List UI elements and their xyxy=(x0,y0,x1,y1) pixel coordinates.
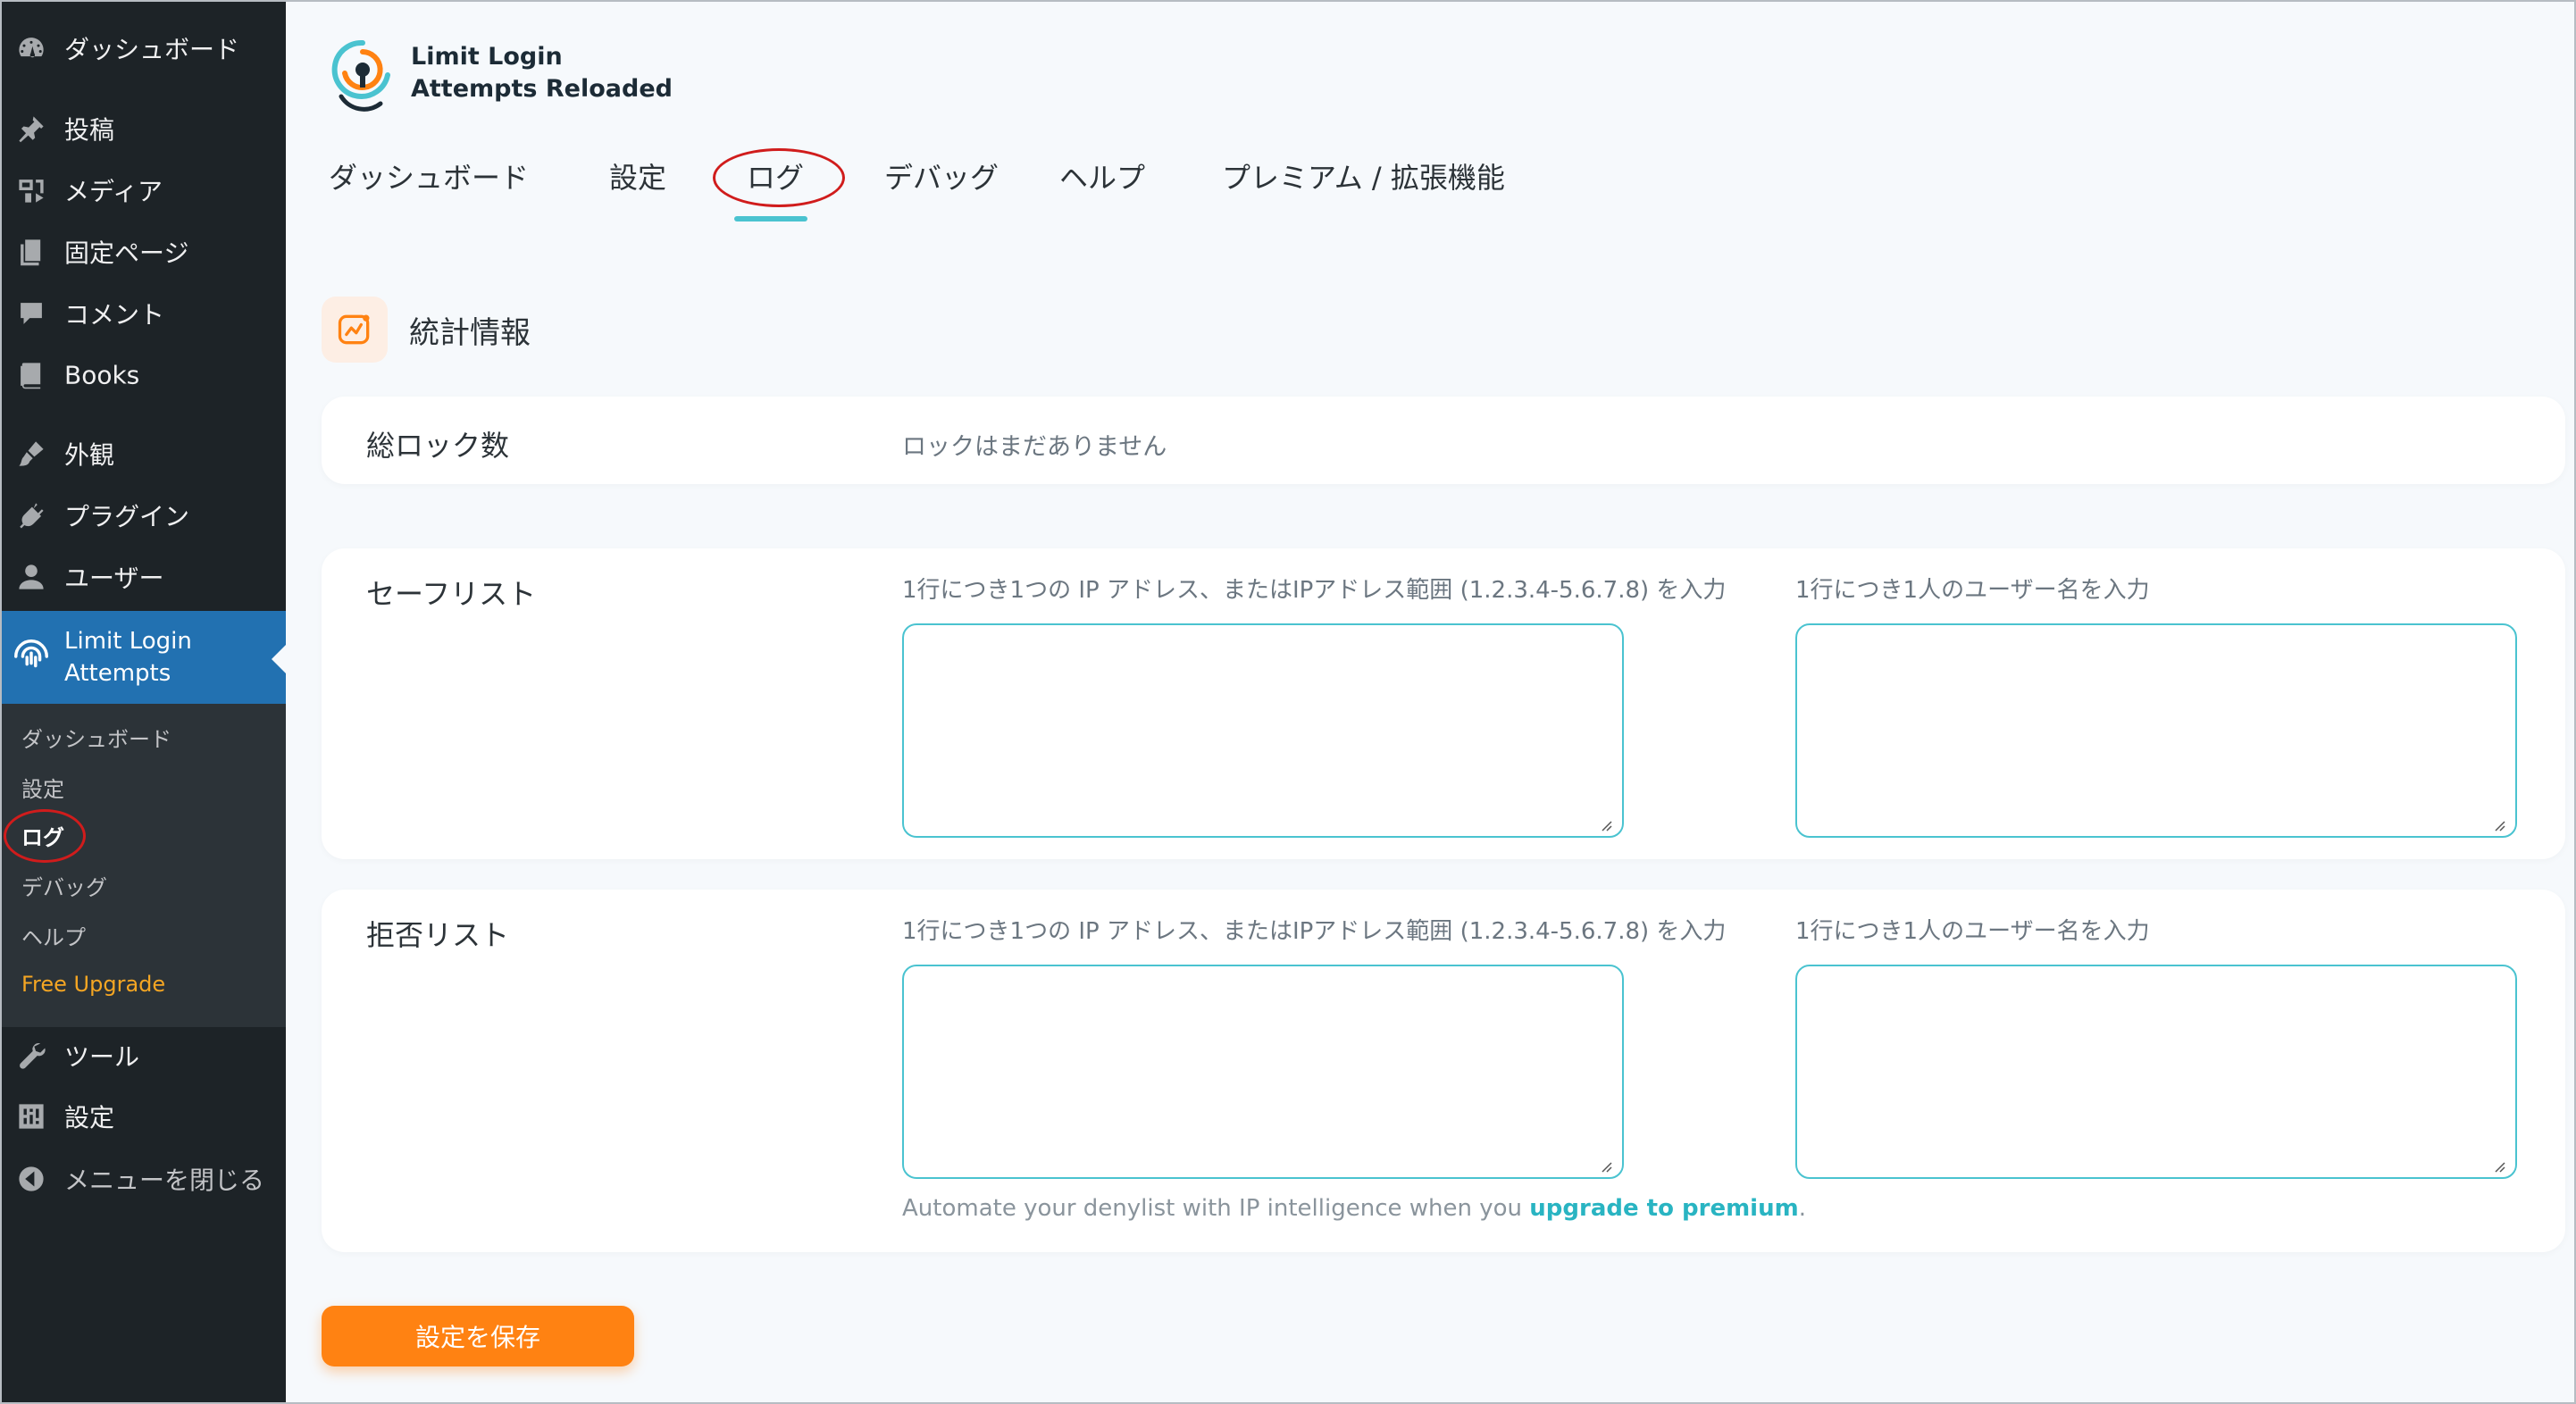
sidebar-item-tools[interactable]: ツール xyxy=(2,1029,286,1082)
denylist-ip-label: 1行につき1つの IP アドレス、またはIPアドレス範囲 (1.2.3.4-5.… xyxy=(902,918,1727,945)
brand-icon xyxy=(331,39,390,112)
sidebar-item-comments[interactable]: コメント xyxy=(2,287,286,340)
safelist-ip-textarea[interactable] xyxy=(902,623,1624,838)
submenu-item-settings[interactable]: 設定 xyxy=(21,772,64,803)
safelist-user-textarea[interactable] xyxy=(1795,623,2517,838)
submenu-item-free-upgrade[interactable]: Free Upgrade xyxy=(21,972,165,997)
resize-grip-icon[interactable] xyxy=(1597,1157,1613,1174)
active-tab-indicator xyxy=(734,216,807,221)
main-content: Limit Login Attempts Reloaded ダッシュボード 設定… xyxy=(286,2,2574,1402)
app-window: ダッシュボード 投稿 メディア 固定ページ コメント Books 外観 プラグイ… xyxy=(0,0,2576,1404)
denylist-user-label: 1行につき1人のユーザー名を入力 xyxy=(1795,918,2150,945)
total-lockouts-card: 総ロック数 ロックはまだありません xyxy=(322,397,2565,484)
denylist-user-textarea[interactable] xyxy=(1795,965,2517,1179)
active-menu-arrow xyxy=(272,645,286,673)
sidebar-item-label: 設定 xyxy=(64,1103,115,1132)
sidebar-item-label: メニューを閉じる xyxy=(64,1166,265,1195)
sidebar-item-label: Books xyxy=(64,360,140,390)
sidebar-item-plugins[interactable]: プラグイン xyxy=(2,489,286,542)
sidebar-item-label: ダッシュボード xyxy=(64,35,240,64)
collapse-menu-button[interactable]: メニューを閉じる xyxy=(2,1152,286,1206)
brand-logo: Limit Login Attempts Reloaded xyxy=(329,29,673,118)
active-menu-label: Limit Login Attempts xyxy=(64,625,192,689)
page-icon xyxy=(14,235,48,269)
sidebar-item-books[interactable]: Books xyxy=(2,348,286,402)
denylist-card: 拒否リスト 1行につき1つの IP アドレス、またはIPアドレス範囲 (1.2.… xyxy=(322,890,2565,1252)
brand-line1: Limit Login xyxy=(411,43,563,71)
annotation-circle xyxy=(4,809,86,863)
user-icon xyxy=(14,560,48,594)
admin-sidebar: ダッシュボード 投稿 メディア 固定ページ コメント Books 外観 プラグイ… xyxy=(2,2,286,1402)
brand-name: Limit Login Attempts Reloaded xyxy=(411,41,673,105)
safelist-user-label: 1行につき1人のユーザー名を入力 xyxy=(1795,577,2150,604)
promo-end: . xyxy=(1798,1195,1806,1222)
settings-icon xyxy=(14,1099,48,1133)
annotation-circle xyxy=(713,148,845,207)
media-icon xyxy=(14,173,48,207)
sidebar-item-limit-login-attempts[interactable]: Limit Login Attempts xyxy=(2,611,286,704)
active-menu-line1: Limit Login xyxy=(64,628,192,655)
resize-grip-icon[interactable] xyxy=(2490,816,2506,832)
sidebar-item-label: プラグイン xyxy=(64,502,190,531)
brand-line2: Attempts Reloaded xyxy=(411,75,673,103)
wrench-icon xyxy=(14,1039,48,1073)
safelist-ip-label: 1行につき1つの IP アドレス、またはIPアドレス範囲 (1.2.3.4-5.… xyxy=(902,577,1727,604)
tab-debug[interactable]: デバッグ xyxy=(884,155,999,196)
active-menu-line2: Attempts xyxy=(64,660,171,687)
sidebar-item-settings[interactable]: 設定 xyxy=(2,1090,286,1143)
submenu-item-dashboard[interactable]: ダッシュボード xyxy=(21,722,171,753)
section-title: 統計情報 xyxy=(409,314,531,351)
total-lockouts-value: ロックはまだありません xyxy=(902,433,1167,461)
sidebar-item-label: ツール xyxy=(64,1042,140,1072)
plugin-submenu: ダッシュボード 設定 ログ デバッグ ヘルプ Free Upgrade xyxy=(2,704,286,1027)
pin-icon xyxy=(14,112,48,146)
sidebar-item-label: コメント xyxy=(64,300,165,330)
submenu-item-help[interactable]: ヘルプ xyxy=(21,920,86,951)
tab-premium[interactable]: プレミアム / 拡張機能 xyxy=(1222,155,1505,196)
plugin-icon xyxy=(14,498,48,532)
stats-header: 統計情報 xyxy=(322,297,531,363)
sidebar-item-label: ユーザー xyxy=(64,564,164,593)
comment-icon xyxy=(14,297,48,330)
tab-help[interactable]: ヘルプ xyxy=(1059,155,1145,196)
resize-grip-icon[interactable] xyxy=(2490,1157,2506,1174)
tab-dashboard[interactable]: ダッシュボード xyxy=(329,155,529,196)
submenu-item-debug[interactable]: デバッグ xyxy=(21,870,107,901)
denylist-ip-textarea[interactable] xyxy=(902,965,1624,1179)
brush-icon xyxy=(14,437,48,471)
dashboard-icon xyxy=(14,31,48,65)
sidebar-item-users[interactable]: ユーザー xyxy=(2,550,286,604)
promo-text: Automate your denylist with IP intellige… xyxy=(902,1195,1530,1222)
fingerprint-icon xyxy=(11,636,52,677)
sidebar-item-label: 投稿 xyxy=(64,115,115,145)
tab-settings[interactable]: 設定 xyxy=(609,155,666,196)
sidebar-item-label: 固定ページ xyxy=(64,238,189,268)
sidebar-item-media[interactable]: メディア xyxy=(2,163,286,217)
sidebar-item-dashboard[interactable]: ダッシュボード xyxy=(2,21,286,75)
denylist-promo: Automate your denylist with IP intellige… xyxy=(902,1195,1806,1222)
collapse-icon xyxy=(14,1162,48,1196)
sidebar-item-label: 外観 xyxy=(64,440,115,470)
sidebar-item-appearance[interactable]: 外観 xyxy=(2,427,286,481)
book-icon xyxy=(14,358,48,392)
save-settings-button[interactable]: 設定を保存 xyxy=(322,1306,634,1366)
resize-grip-icon[interactable] xyxy=(1597,816,1613,832)
total-lockouts-label: 総ロック数 xyxy=(366,429,510,463)
sidebar-item-pages[interactable]: 固定ページ xyxy=(2,225,286,279)
sidebar-item-label: メディア xyxy=(64,177,163,206)
safelist-title: セーフリスト xyxy=(366,577,537,611)
sidebar-item-posts[interactable]: 投稿 xyxy=(2,102,286,155)
safelist-card: セーフリスト 1行につき1つの IP アドレス、またはIPアドレス範囲 (1.2… xyxy=(322,548,2565,859)
upgrade-premium-link[interactable]: upgrade to premium xyxy=(1529,1195,1798,1222)
denylist-title: 拒否リスト xyxy=(366,918,510,952)
stats-icon xyxy=(322,297,388,363)
